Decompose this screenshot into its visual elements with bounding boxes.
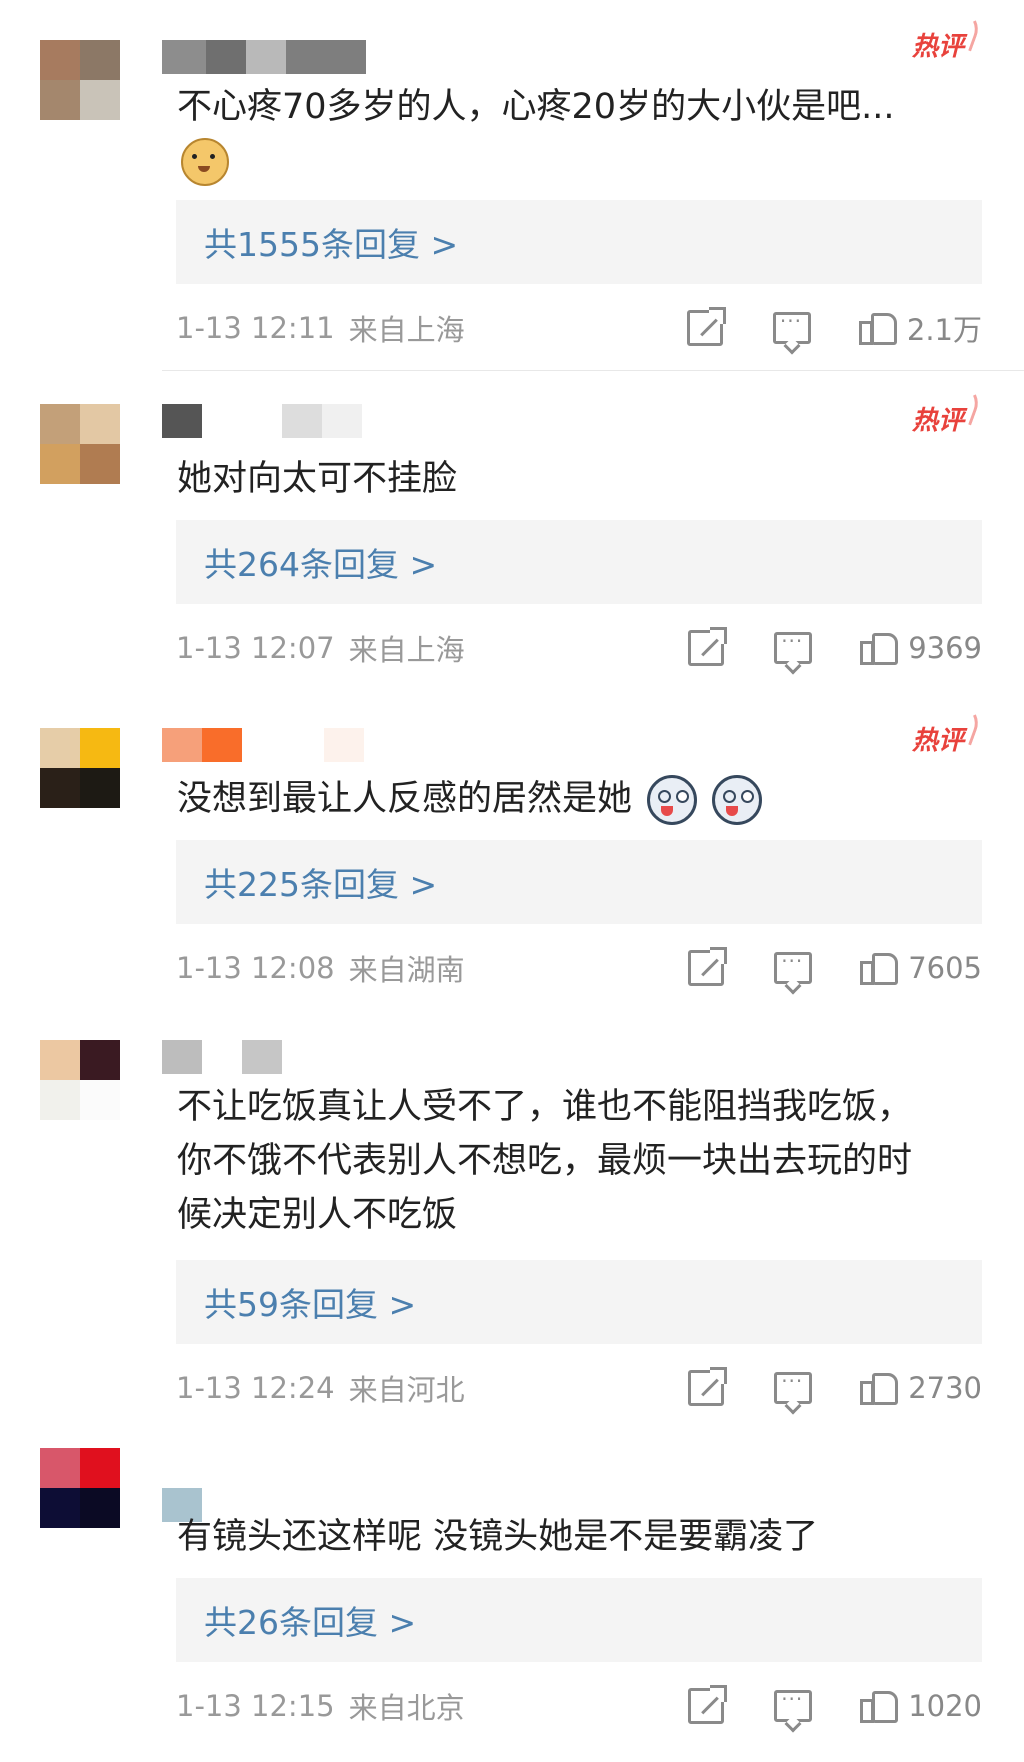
comment-actions: 2.1万 — [686, 306, 982, 350]
replies-button[interactable]: 共264条回复 > — [176, 520, 982, 604]
like-icon[interactable] — [860, 631, 899, 665]
comment-meta: 1-13 12:08 来自湖南 7605 — [176, 946, 982, 990]
share-icon[interactable] — [686, 307, 726, 346]
replies-label: 共26条回复 > — [204, 1603, 417, 1642]
like-icon[interactable] — [860, 951, 899, 985]
comment-time: 1-13 12:11 — [176, 311, 335, 345]
comment-location: 来自湖南 — [348, 953, 465, 987]
like-icon[interactable] — [860, 1371, 899, 1405]
comment-text-content: 没想到最让人反感的居然是她 — [177, 779, 633, 819]
comment-meta: 1-13 12:15 来自北京 1020 — [176, 1684, 982, 1728]
like-count: 2.1万 — [906, 313, 982, 347]
comment-actions: 9369 — [688, 626, 982, 670]
comment-text: 没想到最让人反感的居然是她 — [177, 772, 997, 826]
replies-button[interactable]: 共225条回复 > — [176, 840, 982, 924]
comment-actions: 1020 — [688, 1684, 982, 1728]
share-icon[interactable] — [688, 1367, 728, 1406]
comment-text-line: 你不饿不代表别人不想吃，最烦一块出去玩的时 — [177, 1141, 913, 1181]
comment-text: 不心疼70多岁的人，心疼20岁的大小伙是吧... — [177, 80, 997, 188]
comment-text-content: 不心疼70多岁的人，心疼20岁的大小伙是吧... — [177, 87, 895, 127]
doge-icon — [181, 138, 229, 186]
replies-label: 共225条回复 > — [204, 865, 438, 904]
comment-icon[interactable] — [774, 1687, 813, 1722]
husky-icon — [647, 775, 698, 825]
comment-location: 来自上海 — [348, 313, 465, 347]
husky-icon — [712, 775, 763, 825]
avatar[interactable] — [40, 728, 120, 808]
comment-meta: 1-13 12:24 来自河北 2730 — [176, 1366, 982, 1410]
comment-text-line: 不让吃饭真让人受不了，谁也不能阻挡我吃饭， — [177, 1087, 913, 1127]
comment-icon[interactable] — [772, 309, 811, 344]
username-blurred[interactable] — [162, 40, 366, 74]
avatar[interactable] — [40, 1040, 120, 1120]
comment-location: 来自上海 — [348, 633, 465, 667]
like-count: 1020 — [908, 1689, 982, 1723]
replies-label: 共59条回复 > — [204, 1285, 417, 1324]
comment-text: 有镜头还这样呢 没镜头她是不是要霸凌了 — [177, 1517, 819, 1557]
avatar[interactable] — [40, 404, 120, 484]
comment-text-line: 候决定别人不吃饭 — [177, 1195, 458, 1235]
comment-meta: 1-13 12:07 来自上海 9369 — [176, 626, 982, 670]
comment-text: 她对向太可不挂脸 — [177, 459, 458, 499]
comment-actions: 2730 — [688, 1366, 982, 1410]
avatar[interactable] — [40, 40, 120, 120]
like-icon[interactable] — [858, 311, 897, 345]
comment-time: 1-13 12:07 — [176, 631, 335, 665]
like-count: 9369 — [908, 631, 982, 665]
username-blurred[interactable] — [162, 404, 362, 438]
replies-button[interactable]: 共59条回复 > — [176, 1260, 982, 1344]
share-icon[interactable] — [688, 1685, 728, 1724]
like-icon[interactable] — [860, 1689, 899, 1723]
replies-button[interactable]: 共26条回复 > — [176, 1578, 982, 1662]
comment-location: 来自北京 — [348, 1691, 465, 1725]
like-count: 7605 — [908, 951, 982, 985]
replies-label: 共1555条回复 > — [204, 225, 459, 264]
comment-location: 来自河北 — [348, 1373, 465, 1407]
hot-comment-badge: 热评 — [912, 400, 964, 437]
comment-icon[interactable] — [774, 629, 813, 664]
comment-time: 1-13 12:24 — [176, 1371, 335, 1405]
comment-icon[interactable] — [774, 949, 813, 984]
hot-comment-badge: 热评 — [912, 720, 964, 757]
comment-meta: 1-13 12:11 来自上海 2.1万 — [176, 306, 982, 350]
comment-icon[interactable] — [774, 1369, 813, 1404]
comment-time: 1-13 12:08 — [176, 951, 335, 985]
comment-time: 1-13 12:15 — [176, 1689, 335, 1723]
share-icon[interactable] — [688, 947, 728, 986]
divider — [162, 370, 1024, 371]
replies-button[interactable]: 共1555条回复 > — [176, 200, 982, 284]
comment-text: 不让吃饭真让人受不了，谁也不能阻挡我吃饭， 你不饿不代表别人不想吃，最烦一块出去… — [177, 1080, 997, 1242]
comment-actions: 7605 — [688, 946, 982, 990]
username-blurred[interactable] — [162, 728, 364, 762]
share-icon[interactable] — [688, 627, 728, 666]
avatar[interactable] — [40, 1448, 120, 1528]
username-blurred[interactable] — [162, 1040, 322, 1074]
like-count: 2730 — [908, 1371, 982, 1405]
replies-label: 共264条回复 > — [204, 545, 438, 584]
hot-comment-badge: 热评 — [912, 26, 964, 63]
